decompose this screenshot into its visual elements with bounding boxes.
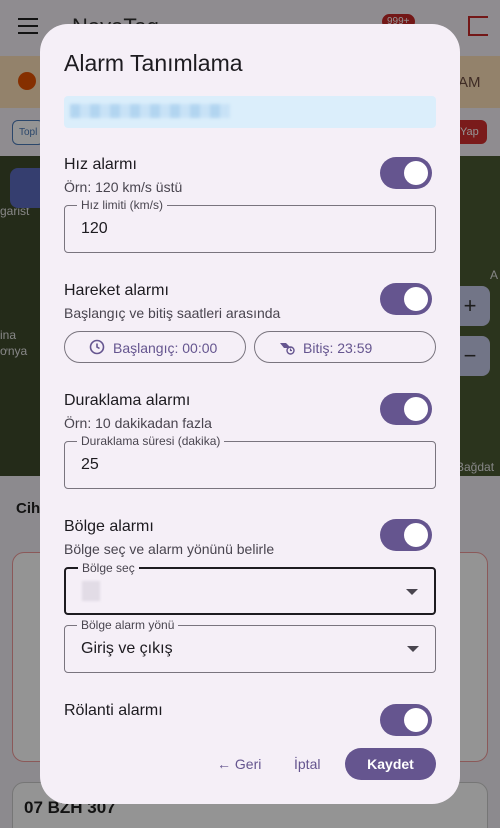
- start-time-button[interactable]: Başlangıç: 00:00: [64, 331, 246, 363]
- toggle-knob: [404, 523, 428, 547]
- motion-alarm-title: Hareket alarmı: [64, 282, 169, 299]
- timer-off-icon: [280, 343, 295, 355]
- back-button[interactable]: ← Geri: [217, 756, 261, 772]
- motion-alarm-toggle[interactable]: [380, 283, 432, 315]
- field-value: 25: [81, 456, 99, 473]
- alarm-dialog: Alarm Tanımlama Hız alarmı Örn: 120 km/s…: [40, 24, 460, 804]
- stop-alarm-toggle[interactable]: [380, 393, 432, 425]
- field-value: 120: [81, 220, 108, 237]
- zone-direction-select[interactable]: Bölge alarm yönü Giriş ve çıkış: [64, 618, 436, 673]
- selected-devices-info: [64, 96, 436, 128]
- speed-limit-field[interactable]: Hız limiti (km/s) 120: [64, 198, 436, 253]
- field-label: Bölge alarm yönü: [77, 618, 179, 632]
- redacted-value: [82, 581, 100, 601]
- stop-alarm-subtitle: Örn: 10 dakikadan fazla: [64, 415, 212, 431]
- zone-select[interactable]: Bölge seç: [64, 561, 436, 615]
- dropdown-arrow-icon: [406, 589, 418, 595]
- field-label: Hız limiti (km/s): [77, 198, 167, 212]
- toggle-knob: [404, 161, 428, 185]
- redacted-text: [70, 104, 230, 118]
- idle-alarm-title: Rölanti alarmı: [64, 702, 163, 719]
- dropdown-arrow-icon: [407, 646, 419, 652]
- speed-alarm-title: Hız alarmı: [64, 156, 137, 173]
- dialog-actions: ← Geri İptal Kaydet: [40, 748, 460, 780]
- zone-alarm-title: Bölge alarmı: [64, 518, 154, 535]
- toggle-knob: [404, 708, 428, 732]
- field-label: Duraklama süresi (dakika): [77, 434, 225, 448]
- save-button[interactable]: Kaydet: [345, 748, 436, 780]
- motion-alarm-subtitle: Başlangıç ve bitiş saatleri arasında: [64, 305, 281, 321]
- clock-icon: [89, 339, 105, 355]
- speed-alarm-subtitle: Örn: 120 km/s üstü: [64, 179, 183, 195]
- speed-alarm-toggle[interactable]: [380, 157, 432, 189]
- end-time-button[interactable]: Bitiş: 23:59: [254, 331, 436, 363]
- zone-alarm-subtitle: Bölge seç ve alarm yönünü belirle: [64, 541, 275, 557]
- cancel-button[interactable]: İptal: [294, 756, 320, 772]
- dialog-title: Alarm Tanımlama: [64, 50, 243, 76]
- field-value: Giriş ve çıkış: [81, 640, 173, 657]
- stop-alarm-title: Duraklama alarmı: [64, 392, 191, 409]
- field-label: Bölge seç: [78, 561, 139, 575]
- end-time-label: Bitiş: 23:59: [303, 340, 373, 356]
- stop-duration-field[interactable]: Duraklama süresi (dakika) 25: [64, 434, 436, 489]
- zone-alarm-toggle[interactable]: [380, 519, 432, 551]
- idle-alarm-toggle[interactable]: [380, 704, 432, 736]
- start-time-label: Başlangıç: 00:00: [113, 340, 218, 356]
- toggle-knob: [404, 287, 428, 311]
- toggle-knob: [404, 397, 428, 421]
